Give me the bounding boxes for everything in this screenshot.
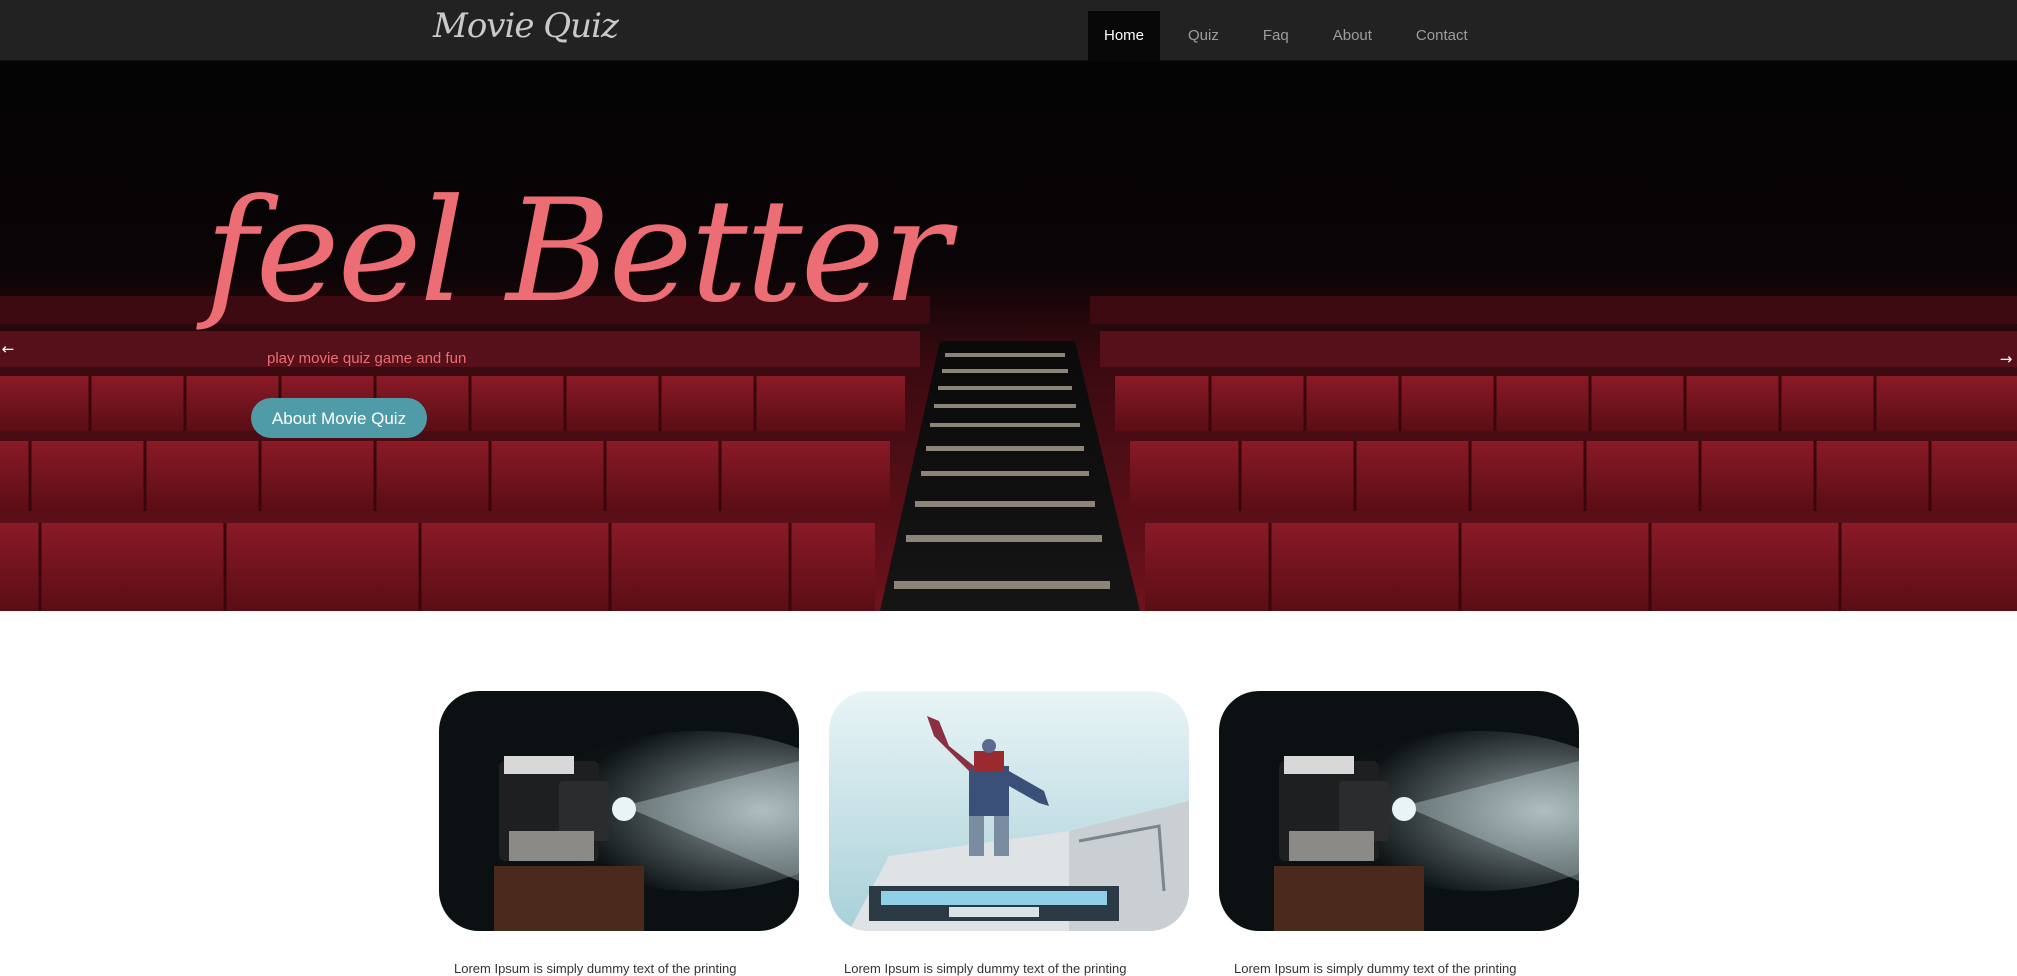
nav-item-faq[interactable]: Faq — [1247, 11, 1305, 61]
transformers-statue-image[interactable] — [829, 691, 1189, 931]
hero-title: feel Better — [205, 169, 951, 334]
arrow-left-icon[interactable]: ← — [0, 341, 16, 357]
brand-logo[interactable]: Movie Quiz — [433, 6, 619, 46]
main-nav: Home Quiz Faq About Contact — [1088, 11, 1496, 61]
nav-item-about[interactable]: About — [1317, 11, 1388, 61]
feature-cards: Lorem Ipsum is simply dummy text of the … — [0, 611, 2017, 976]
film-projector-image[interactable] — [1219, 691, 1579, 931]
cinema-seats-image — [0, 61, 2017, 611]
feature-card: Lorem Ipsum is simply dummy text of the … — [1219, 691, 1579, 976]
hero-carousel: feel Better play movie quiz game and fun… — [0, 61, 2017, 611]
arrow-right-icon[interactable]: → — [1998, 351, 2014, 367]
top-navbar: Movie Quiz Home Quiz Faq About Contact — [0, 0, 2017, 61]
about-movie-quiz-button[interactable]: About Movie Quiz — [251, 398, 427, 438]
nav-item-quiz[interactable]: Quiz — [1172, 11, 1235, 61]
feature-card: Lorem Ipsum is simply dummy text of the … — [439, 691, 799, 976]
nav-item-contact[interactable]: Contact — [1400, 11, 1484, 61]
nav-item-home[interactable]: Home — [1088, 11, 1161, 61]
hero-subtitle: play movie quiz game and fun — [267, 350, 467, 367]
film-projector-image[interactable] — [439, 691, 799, 931]
feature-card: Lorem Ipsum is simply dummy text of the … — [829, 691, 1189, 976]
